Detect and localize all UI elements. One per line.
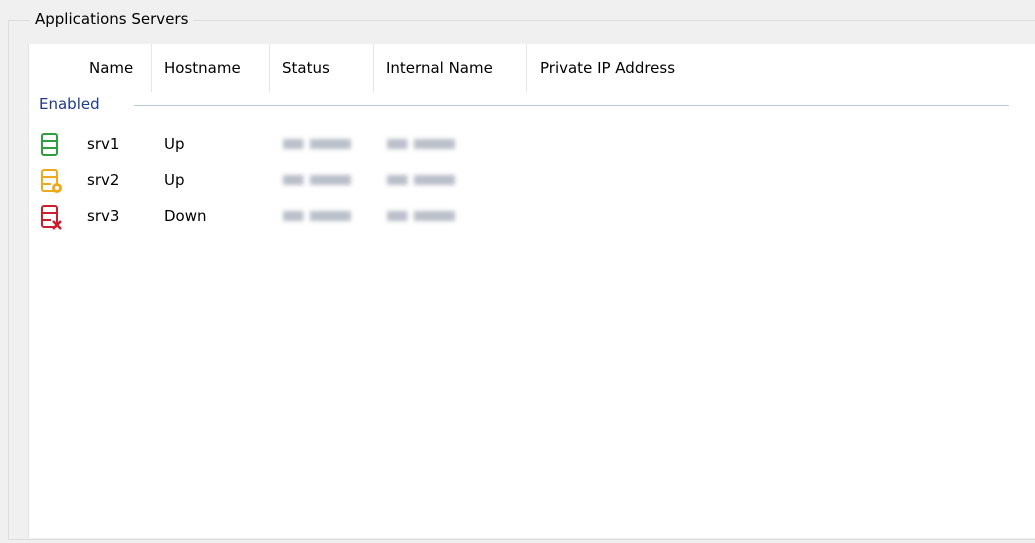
group-header-enabled[interactable]: Enabled xyxy=(29,93,1009,115)
table-row[interactable]: srv1 Up xyxy=(29,126,1009,162)
server-status: Up xyxy=(164,135,185,153)
group-label: Enabled xyxy=(39,93,106,115)
redacted-value xyxy=(283,175,351,185)
table-row[interactable]: srv3 Down xyxy=(29,198,1009,234)
group-divider-line xyxy=(134,105,1009,106)
column-header-status[interactable]: Status xyxy=(282,44,330,92)
servers-listview[interactable]: Name Hostname Status Internal Name Priva… xyxy=(28,44,1035,538)
redacted-value xyxy=(283,139,351,149)
column-divider[interactable] xyxy=(526,44,527,92)
groupbox-title: Applications Servers xyxy=(30,10,194,28)
server-name: srv1 xyxy=(87,135,120,153)
redacted-value xyxy=(283,211,351,221)
server-name: srv3 xyxy=(87,207,120,225)
column-header-hostname[interactable]: Hostname xyxy=(164,44,241,92)
redacted-value xyxy=(387,139,455,149)
column-header-private-ip[interactable]: Private IP Address xyxy=(540,44,675,92)
server-status: Up xyxy=(164,171,185,189)
server-down-icon xyxy=(41,205,62,230)
server-up-icon xyxy=(41,133,58,156)
server-warning-icon xyxy=(41,169,62,193)
column-header-name[interactable]: Name xyxy=(89,44,133,92)
column-divider[interactable] xyxy=(373,44,374,92)
server-status: Down xyxy=(164,207,207,225)
listview-header: Name Hostname Status Internal Name Priva… xyxy=(29,44,1035,92)
server-name: srv2 xyxy=(87,171,120,189)
table-row[interactable]: srv2 Up xyxy=(29,162,1009,198)
column-header-internal-name[interactable]: Internal Name xyxy=(386,44,493,92)
redacted-value xyxy=(387,211,455,221)
redacted-value xyxy=(387,175,455,185)
column-divider[interactable] xyxy=(269,44,270,92)
column-divider[interactable] xyxy=(151,44,152,92)
